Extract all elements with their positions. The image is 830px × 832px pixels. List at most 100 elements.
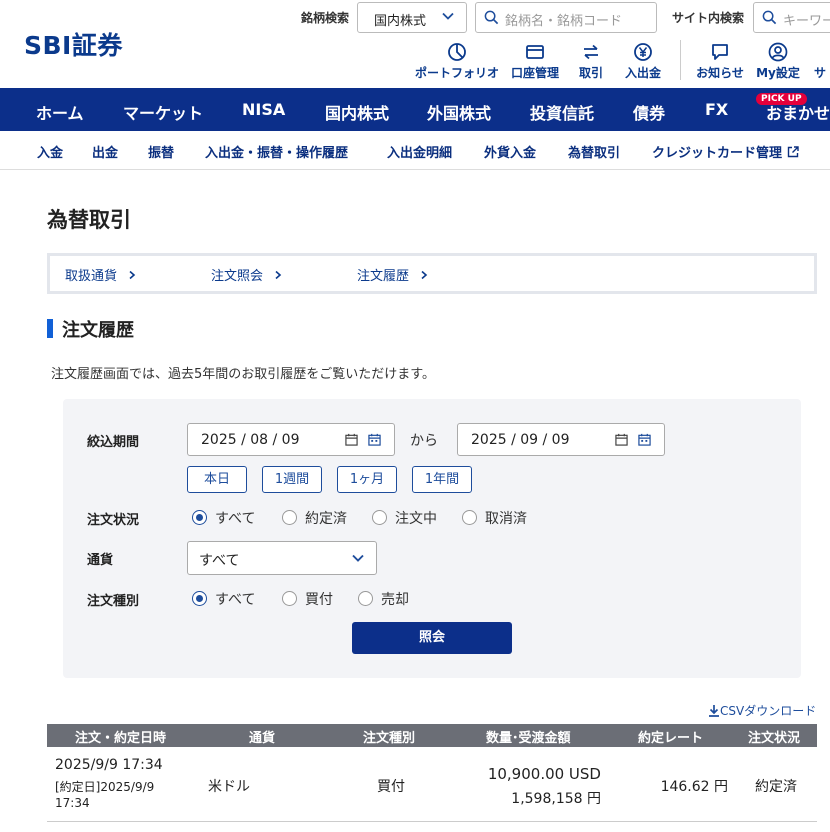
calendar-picker-icon[interactable] <box>368 433 381 446</box>
chevron-right-icon <box>129 270 136 280</box>
col-header-quantity: 数量･受渡金額 <box>486 731 571 746</box>
calendar-picker-icon[interactable] <box>638 433 651 446</box>
subnav-fx-deposit[interactable]: 外貨入金 <box>484 142 536 161</box>
subnav-statement[interactable]: 入出金明細 <box>387 142 452 161</box>
chevron-right-icon <box>421 270 428 280</box>
site-search-input[interactable]: キーワー <box>753 2 830 33</box>
status-radio-cancelled[interactable] <box>462 510 477 525</box>
market-select[interactable]: 国内株式 <box>357 2 467 33</box>
subnav-fx-trade[interactable]: 為替取引 <box>568 142 620 161</box>
cell-rate: 146.62 円 <box>660 779 728 795</box>
tool-account[interactable]: 口座管理 <box>509 42 561 81</box>
tool-portfolio[interactable]: ポートフォリオ <box>414 42 500 81</box>
subnav-withdraw[interactable]: 出金 <box>92 142 118 161</box>
sub-nav: 入金 出金 振替 入出金・振替・操作履歴 入出金明細 外貨入金 為替取引 クレジ… <box>0 131 830 170</box>
nav-home[interactable]: ホーム <box>36 100 84 124</box>
crumb-order-history[interactable]: 注文履歴 <box>357 265 429 284</box>
col-header-type: 注文種別 <box>363 731 416 746</box>
currency-select[interactable]: すべて <box>187 541 377 575</box>
type-option-label: 売却 <box>381 592 409 608</box>
user-icon <box>768 42 788 62</box>
quick-1week-button[interactable]: 1週間 <box>262 466 322 493</box>
swap-arrows-icon <box>584 44 598 60</box>
tool-support[interactable]: サ <box>810 64 830 81</box>
chat-bubble-icon <box>712 44 728 60</box>
col-header-status: 注文状況 <box>748 731 801 746</box>
section-accent-bar <box>47 319 53 338</box>
download-icon <box>709 705 719 717</box>
status-radio-executed[interactable] <box>282 510 297 525</box>
chevron-right-icon <box>275 270 282 280</box>
yen-icon <box>634 43 652 61</box>
site-header: SBI証券 銘柄検索 国内株式 銘柄名・銘柄コード サイト内検索 キーワー ポー… <box>0 0 830 88</box>
page-title: 為替取引 <box>47 208 131 232</box>
subnav-deposit[interactable]: 入金 <box>37 142 63 161</box>
quick-today-button[interactable]: 本日 <box>187 466 247 493</box>
subnav-credit-card[interactable]: クレジットカード管理 <box>652 142 799 161</box>
chevron-down-icon <box>442 12 454 20</box>
type-option-label: 買付 <box>305 592 333 608</box>
status-label: 注文状況 <box>87 513 140 528</box>
period-label: 絞込期間 <box>87 435 140 450</box>
tool-notices[interactable]: お知らせ <box>694 42 746 81</box>
nav-bonds[interactable]: 債券 <box>633 100 665 124</box>
tool-my-settings[interactable]: My設定 <box>755 42 801 81</box>
type-radio-buy[interactable] <box>282 591 297 606</box>
order-type-label: 注文種別 <box>87 594 140 609</box>
date-separator: から <box>410 433 438 449</box>
nav-nisa[interactable]: NISA <box>242 100 285 119</box>
external-link-icon <box>787 146 799 158</box>
calendar-icon <box>345 433 358 446</box>
type-radio-sell[interactable] <box>358 591 373 606</box>
table-row[interactable]: 2025/9/9 17:34 [約定日]2025/9/9 17:34 米ドル 買… <box>47 747 817 822</box>
status-option-label: 約定済 <box>305 511 347 527</box>
status-radio-all[interactable] <box>192 510 207 525</box>
nav-market[interactable]: マーケット <box>123 100 203 124</box>
main-nav: ホーム マーケット NISA 国内株式 外国株式 投資信託 債券 FX おまかせ <box>0 88 830 131</box>
tool-trade[interactable]: 取引 <box>575 42 607 81</box>
nav-domestic-stocks[interactable]: 国内株式 <box>325 100 389 124</box>
portfolio-icon <box>448 43 466 61</box>
nav-fx[interactable]: FX <box>705 100 728 119</box>
status-radio-pending[interactable] <box>372 510 387 525</box>
header-divider <box>680 40 681 80</box>
cell-quantity: 10,900.00 USD <box>487 765 601 783</box>
quick-1month-button[interactable]: 1ヶ月 <box>337 466 397 493</box>
crumb-currencies[interactable]: 取扱通貨 <box>65 265 137 284</box>
brand-search-input[interactable]: 銘柄名・銘柄コード <box>475 2 657 33</box>
subnav-transfer[interactable]: 振替 <box>148 142 174 161</box>
crumb-order-inquiry[interactable]: 注文照会 <box>211 265 283 284</box>
type-option-label: すべて <box>215 592 256 608</box>
sbi-logo[interactable]: SBI証券 <box>24 26 123 62</box>
status-option-label: 注文中 <box>395 511 437 527</box>
cell-order-datetime: 2025/9/9 17:34 <box>55 757 163 773</box>
tool-deposit[interactable]: 入出金 <box>623 42 663 81</box>
col-header-currency: 通貨 <box>249 731 276 746</box>
search-icon <box>484 10 499 25</box>
card-icon <box>526 45 544 59</box>
status-option-label: 取消済 <box>485 511 527 527</box>
col-header-rate: 約定レート <box>638 731 704 746</box>
cell-exec-date: [約定日]2025/9/9 <box>55 780 155 794</box>
col-header-datetime: 注文・約定日時 <box>75 731 167 746</box>
section-description: 注文履歴画面では、過去5年間のお取引履歴をご覧いただけます。 <box>51 367 435 382</box>
status-option-label: すべて <box>215 511 256 527</box>
date-from-input[interactable]: 2025 / 08 / 09 <box>187 423 395 456</box>
csv-download-link[interactable]: CSVダウンロード <box>708 702 816 719</box>
quick-1year-button[interactable]: 1年間 <box>412 466 472 493</box>
page-subnav: 取扱通貨 注文照会 注文履歴 <box>47 253 817 294</box>
chevron-down-icon <box>352 554 364 562</box>
cell-status: 約定済 <box>755 779 797 795</box>
cell-exec-time: 17:34 <box>55 796 90 810</box>
table-header: 注文・約定日時 通貨 注文種別 数量･受渡金額 約定レート 注文状況 <box>47 724 817 747</box>
section-title: 注文履歴 <box>62 320 134 341</box>
site-search-label: サイト内検索 <box>672 11 745 25</box>
cell-currency: 米ドル <box>208 779 250 795</box>
subnav-history[interactable]: 入出金・振替・操作履歴 <box>205 142 348 161</box>
nav-foreign-stocks[interactable]: 外国株式 <box>427 100 491 124</box>
type-radio-all[interactable] <box>192 591 207 606</box>
pickup-badge: PICK UP <box>756 93 807 105</box>
date-to-input[interactable]: 2025 / 09 / 09 <box>457 423 665 456</box>
search-submit-button[interactable]: 照会 <box>352 622 512 654</box>
nav-investment-trusts[interactable]: 投資信託 <box>530 100 594 124</box>
